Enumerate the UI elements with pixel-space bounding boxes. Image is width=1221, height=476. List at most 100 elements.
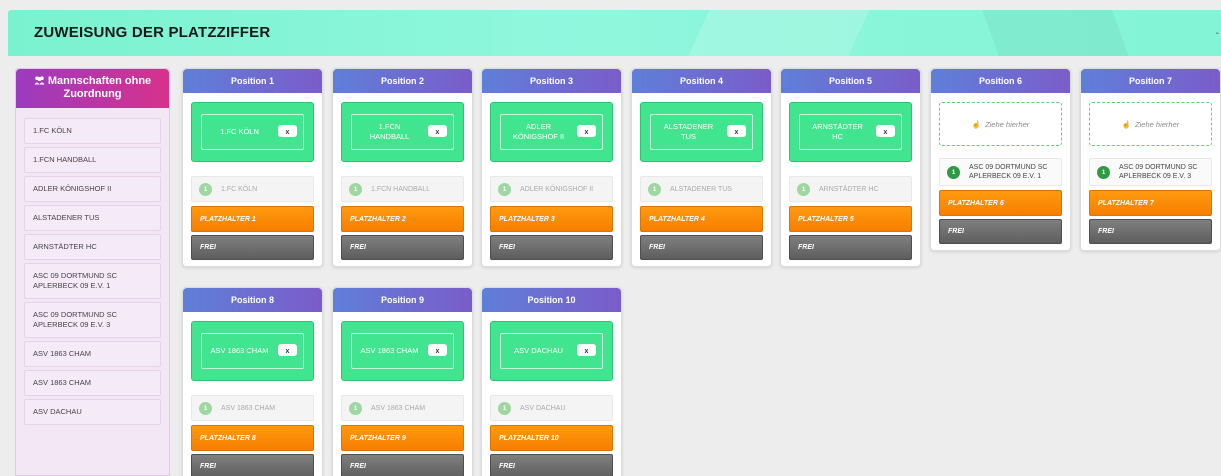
free-option[interactable]: FREI: [191, 235, 314, 260]
assigned-slot[interactable]: 1.FCN HANDBALL x: [341, 102, 464, 162]
assigned-slot[interactable]: 1.FC KÖLN x: [191, 102, 314, 162]
placeholder-option[interactable]: PLATZHALTER 8: [191, 425, 314, 451]
position-title: Position 6: [931, 69, 1070, 93]
team-option[interactable]: 1 ARNSTÄDTER HC: [789, 176, 912, 202]
placeholder-option[interactable]: PLATZHALTER 10: [490, 425, 613, 451]
position-title: Position 5: [781, 69, 920, 93]
team-option-name: ASV 1863 CHAM: [371, 404, 426, 412]
team-item[interactable]: ADLER KÖNIGSHOF II: [24, 176, 161, 202]
team-option-name: ARNSTÄDTER HC: [819, 185, 879, 193]
position-card-10: Position 10 ASV DACHAU x 1 ASV DACHAU PL…: [481, 287, 622, 476]
placeholder-option[interactable]: PLATZHALTER 1: [191, 206, 314, 232]
position-title: Position 9: [333, 288, 472, 312]
assigned-slot[interactable]: ALSTADENER TUS x: [640, 102, 763, 162]
placeholder-option[interactable]: PLATZHALTER 7: [1089, 190, 1212, 216]
team-item[interactable]: ASV DACHAU: [24, 399, 161, 425]
assigned-slot[interactable]: ARNSTÄDTER HC x: [789, 102, 912, 162]
placeholder-option[interactable]: PLATZHALTER 3: [490, 206, 613, 232]
remove-assignment-button[interactable]: x: [727, 125, 746, 137]
remove-assignment-button[interactable]: x: [428, 125, 447, 137]
position-title: Position 8: [183, 288, 322, 312]
assigned-slot[interactable]: ASV 1863 CHAM x: [341, 321, 464, 381]
assigned-team-name: 1.FCN HANDBALL: [369, 122, 410, 141]
team-item[interactable]: ASV 1863 CHAM: [24, 341, 161, 367]
free-option[interactable]: FREI: [490, 454, 613, 476]
assigned-slot[interactable]: ASV 1863 CHAM x: [191, 321, 314, 381]
team-item[interactable]: ASC 09 DORTMUND SC APLERBECK 09 E.V. 3: [24, 302, 161, 338]
position-title: Position 3: [482, 69, 621, 93]
free-option[interactable]: FREI: [640, 235, 763, 260]
drop-zone[interactable]: ☝ Ziehe hierher: [939, 102, 1062, 146]
remove-assignment-button[interactable]: x: [278, 125, 297, 137]
team-item[interactable]: ALSTADENER TUS: [24, 205, 161, 231]
rank-badge: 1: [498, 182, 511, 196]
rank-badge: 1: [1097, 165, 1110, 179]
team-option-name: ASV 1863 CHAM: [221, 404, 276, 412]
position-title: Position 2: [333, 69, 472, 93]
team-item[interactable]: ASC 09 DORTMUND SC APLERBECK 09 E.V. 1: [24, 263, 161, 299]
team-option[interactable]: 1 ASV 1863 CHAM: [341, 395, 464, 421]
header-dash: -: [1215, 28, 1219, 39]
free-option[interactable]: FREI: [341, 235, 464, 260]
team-option-name: ASC 09 DORTMUND SC APLERBECK 09 E.V. 1: [969, 164, 1048, 180]
free-option[interactable]: FREI: [1089, 219, 1212, 244]
position-card-9: Position 9 ASV 1863 CHAM x 1 ASV 1863 CH…: [332, 287, 473, 476]
position-card-8: Position 8 ASV 1863 CHAM x 1 ASV 1863 CH…: [182, 287, 323, 476]
position-card-5: Position 5 ARNSTÄDTER HC x 1 ARNSTÄDTER …: [780, 68, 921, 267]
assigned-team-name: 1.FC KÖLN: [220, 127, 259, 136]
drop-zone[interactable]: ☝ Ziehe hierher: [1089, 102, 1212, 146]
free-option[interactable]: FREI: [939, 219, 1062, 244]
free-option[interactable]: FREI: [341, 454, 464, 476]
page-header: ZUWEISUNG DER PLATZZIFFER -: [8, 10, 1221, 56]
team-option[interactable]: 1 1.FCN HANDBALL: [341, 176, 464, 202]
placeholder-option[interactable]: PLATZHALTER 9: [341, 425, 464, 451]
remove-assignment-button[interactable]: x: [577, 125, 596, 137]
team-option-name: 1.FCN HANDBALL: [371, 185, 431, 193]
team-option-name: ADLER KÖNIGSHOF II: [520, 185, 594, 193]
remove-assignment-button[interactable]: x: [278, 344, 297, 356]
team-option[interactable]: 1 ASC 09 DORTMUND SC APLERBECK 09 E.V. 3: [1089, 158, 1212, 186]
free-option[interactable]: FREI: [789, 235, 912, 260]
assigned-slot[interactable]: ASV DACHAU x: [490, 321, 613, 381]
assigned-team-name: ALSTADENER TUS: [663, 122, 714, 141]
position-title: Position 1: [183, 69, 322, 93]
team-option[interactable]: 1 ADLER KÖNIGSHOF II: [490, 176, 613, 202]
remove-assignment-button[interactable]: x: [577, 344, 596, 356]
unassigned-teams-panel: Mannschaften ohne Zuordnung 1.FC KÖLN 1.…: [15, 68, 170, 476]
remove-assignment-button[interactable]: x: [428, 344, 447, 356]
placeholder-option[interactable]: PLATZHALTER 6: [939, 190, 1062, 216]
team-item[interactable]: 1.FCN HANDBALL: [24, 147, 161, 173]
rank-badge: 1: [349, 182, 362, 196]
team-item[interactable]: 1.FC KÖLN: [24, 118, 161, 144]
page-title: ZUWEISUNG DER PLATZZIFFER: [34, 24, 271, 41]
team-option-name: ASV DACHAU: [520, 404, 566, 412]
team-option[interactable]: 1 ASV DACHAU: [490, 395, 613, 421]
team-item[interactable]: ASV 1863 CHAM: [24, 370, 161, 396]
position-card-1: Position 1 1.FC KÖLN x 1 1.FC KÖLN PLATZ…: [182, 68, 323, 267]
free-option[interactable]: FREI: [490, 235, 613, 260]
team-option[interactable]: 1 ALSTADENER TUS: [640, 176, 763, 202]
drop-hint: Ziehe hierher: [985, 119, 1030, 129]
placeholder-option[interactable]: PLATZHALTER 5: [789, 206, 912, 232]
assigned-slot[interactable]: ADLER KÖNIGSHOF II x: [490, 102, 613, 162]
unassigned-teams-header: Mannschaften ohne Zuordnung: [16, 69, 169, 108]
placeholder-option[interactable]: PLATZHALTER 2: [341, 206, 464, 232]
position-card-6: Position 6 ☝ Ziehe hierher 1 ASC 09 DORT…: [930, 68, 1071, 251]
position-card-3: Position 3 ADLER KÖNIGSHOF II x 1 ADLER …: [481, 68, 622, 267]
team-option[interactable]: 1 1.FC KÖLN: [191, 176, 314, 202]
free-option[interactable]: FREI: [191, 454, 314, 476]
assigned-team-name: ASV DACHAU: [514, 346, 563, 355]
team-option[interactable]: 1 ASV 1863 CHAM: [191, 395, 314, 421]
team-option-name: 1.FC KÖLN: [221, 185, 258, 193]
drop-hint: Ziehe hierher: [1135, 119, 1180, 129]
team-option-name: ALSTADENER TUS: [670, 185, 732, 193]
unassigned-teams-list: 1.FC KÖLN 1.FCN HANDBALL ADLER KÖNIGSHOF…: [16, 108, 169, 425]
unassigned-teams-title: Mannschaften ohne Zuordnung: [47, 75, 152, 100]
users-icon: [34, 75, 48, 87]
team-option[interactable]: 1 ASC 09 DORTMUND SC APLERBECK 09 E.V. 1: [939, 158, 1062, 186]
placeholder-option[interactable]: PLATZHALTER 4: [640, 206, 763, 232]
team-item[interactable]: ARNSTÄDTER HC: [24, 234, 161, 260]
remove-assignment-button[interactable]: x: [876, 125, 895, 137]
assigned-team-name: ASV 1863 CHAM: [360, 346, 419, 355]
position-card-7: Position 7 ☝ Ziehe hierher 1 ASC 09 DORT…: [1080, 68, 1221, 251]
